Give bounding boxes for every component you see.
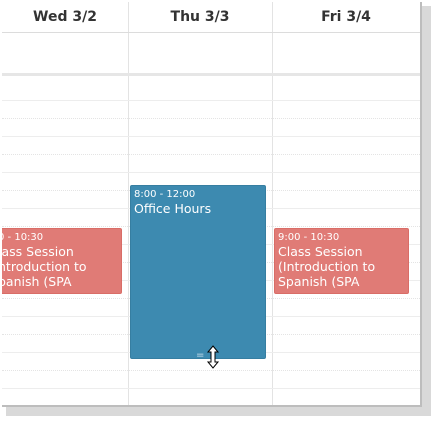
time-slot-line xyxy=(2,370,420,371)
event-title: Office Hours xyxy=(134,201,212,216)
day-header-wed[interactable]: Wed 3/2 xyxy=(2,2,128,32)
event-time: 9:00 - 10:30 xyxy=(278,232,340,243)
day-header-thu[interactable]: Thu 3/3 xyxy=(128,2,272,32)
column-divider xyxy=(128,2,129,405)
time-slot-line xyxy=(2,154,420,155)
time-slot-line xyxy=(2,136,420,137)
event-fri-class-session[interactable]: 9:00 - 10:30 Class Session (Introduction… xyxy=(274,228,409,294)
time-slot-line xyxy=(2,118,420,119)
screenshot-card: Wed 3/2 Thu 3/3 Fri 3/4 0 - 10:30 lass S… xyxy=(0,0,439,425)
event-title: lass Session ntroduction to panish (SPA xyxy=(2,244,87,289)
time-slot-line xyxy=(2,100,420,101)
column-divider xyxy=(272,2,273,405)
time-slot-line xyxy=(2,172,420,173)
day-header-fri[interactable]: Fri 3/4 xyxy=(272,2,420,32)
time-slot-line xyxy=(2,388,420,389)
week-calendar: Wed 3/2 Thu 3/3 Fri 3/4 0 - 10:30 lass S… xyxy=(2,2,422,407)
header-divider xyxy=(2,32,420,33)
event-time: 0 - 10:30 xyxy=(2,232,44,243)
event-wed-class-session[interactable]: 0 - 10:30 lass Session ntroduction to pa… xyxy=(2,228,122,294)
event-thu-office-hours[interactable]: 8:00 - 12:00 Office Hours xyxy=(130,185,266,359)
event-title: Class Session (Introduction to Spanish (… xyxy=(278,244,376,289)
resize-grip-icon[interactable]: = xyxy=(196,351,204,361)
event-time: 8:00 - 12:00 xyxy=(134,189,196,200)
resize-vertical-cursor-icon xyxy=(206,345,220,369)
all-day-divider xyxy=(2,73,420,76)
